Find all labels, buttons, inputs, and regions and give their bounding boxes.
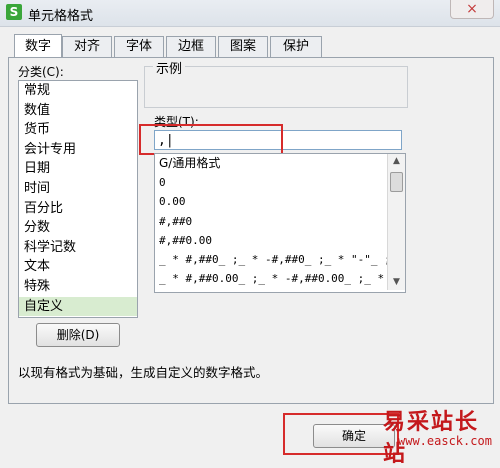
category-item-custom[interactable]: 自定义 [19,296,137,317]
category-item-text[interactable]: 文本 [19,257,137,277]
close-button[interactable]: × [450,0,494,19]
tab-border[interactable]: 边框 [166,36,216,57]
category-item-currency[interactable]: 货币 [19,120,137,140]
watermark-url: www.easck.com [398,434,492,448]
tab-number[interactable]: 数字 [14,34,62,57]
category-item-scientific[interactable]: 科学记数 [19,238,137,258]
category-item-accounting[interactable]: 会计专用 [19,140,137,160]
format-list-scrollbar[interactable]: ▲ ▼ [387,154,405,290]
app-icon: S [6,4,22,20]
delete-button[interactable]: 删除(D) [36,323,120,347]
category-list[interactable]: 常规 数值 货币 会计专用 日期 时间 百分比 分数 科学记数 文本 特殊 自定… [18,80,138,318]
format-item[interactable]: G/通用格式 [155,154,387,173]
highlight-box-type [139,124,283,155]
format-item[interactable]: _ * #,##0_ ;_ * -#,##0_ ;_ * "-"_ ;_ @_ [155,250,387,269]
category-item-general[interactable]: 常规 [19,81,137,101]
format-list[interactable]: G/通用格式 0 0.00 #,##0 #,##0.00 _ * #,##0_ … [154,153,406,293]
format-item[interactable]: #,##0 [155,212,387,231]
category-item-fraction[interactable]: 分数 [19,218,137,238]
sample-legend: 示例 [153,58,186,77]
format-description: 以现有格式为基础，生成自定义的数字格式。 [18,365,269,380]
format-item[interactable]: #,##0.00 [155,231,387,250]
format-item[interactable]: _ * #,##0.00_ ;_ * -#,##0.00_ ;_ * "-"??… [155,269,387,288]
dialog-title: 单元格格式 [28,9,94,24]
category-item-time[interactable]: 时间 [19,179,137,199]
category-item-number[interactable]: 数值 [19,101,137,121]
format-item[interactable]: 0.00 [155,192,387,211]
scroll-up-icon[interactable]: ▲ [388,154,405,169]
scroll-thumb[interactable] [390,172,403,192]
category-item-date[interactable]: 日期 [19,159,137,179]
format-item[interactable]: 0 [155,173,387,192]
category-item-special[interactable]: 特殊 [19,277,137,297]
tab-pattern[interactable]: 图案 [218,36,268,57]
category-item-percentage[interactable]: 百分比 [19,199,137,219]
sample-group: 示例 [144,58,408,108]
category-label: 分类(C): [18,65,64,79]
scroll-down-icon[interactable]: ▼ [388,275,405,290]
tab-font[interactable]: 字体 [114,36,164,57]
tab-protection[interactable]: 保护 [270,36,322,57]
highlight-box-ok [283,413,399,455]
tab-alignment[interactable]: 对齐 [62,36,112,57]
title-bar: S 单元格格式 × [0,0,500,27]
